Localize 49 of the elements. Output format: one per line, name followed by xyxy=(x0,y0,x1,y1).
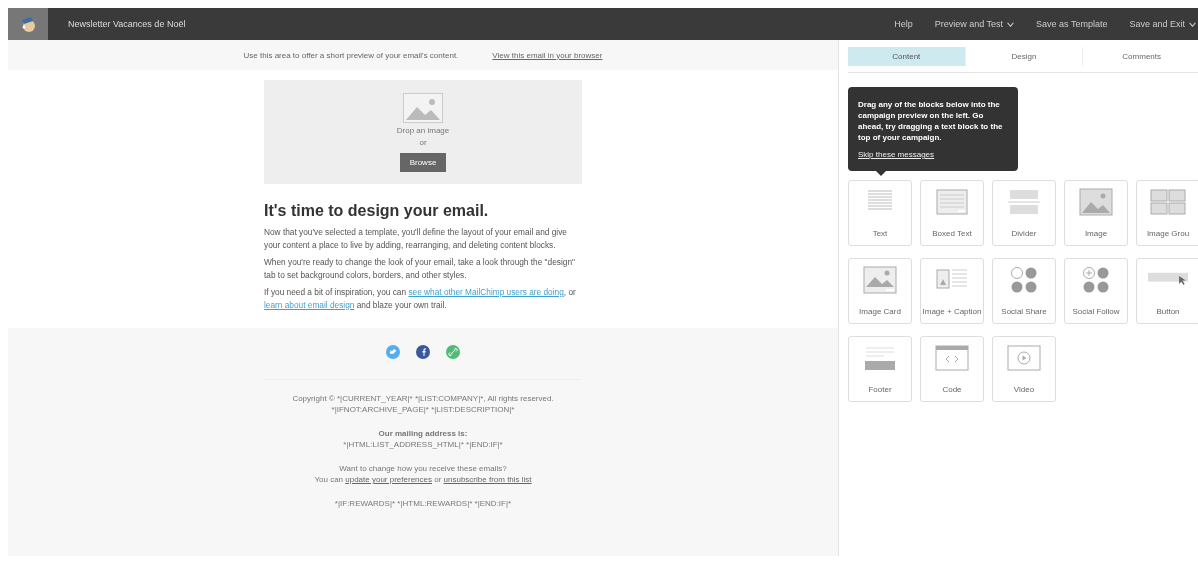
panel-tab[interactable]: Content xyxy=(848,47,965,66)
content-block[interactable]: Boxed Text xyxy=(920,180,984,246)
content-block[interactable]: Image + Caption xyxy=(920,258,984,324)
browse-button[interactable]: Browse xyxy=(399,152,447,172)
content-block[interactable]: Social Follow xyxy=(1064,258,1128,324)
video-player-icon xyxy=(1004,343,1044,373)
image-icon xyxy=(403,92,443,123)
footer-text: You can update your preferences or unsubscribe from this list xyxy=(314,474,532,485)
link-icon[interactable] xyxy=(446,345,460,359)
nav-link[interactable]: Save and Exit xyxy=(1129,19,1196,29)
content-block[interactable]: Video xyxy=(992,336,1056,402)
twitter-icon[interactable] xyxy=(386,345,400,359)
content-block[interactable]: Social Share xyxy=(992,258,1056,324)
content-block[interactable]: Button xyxy=(1136,258,1198,324)
footer-text: Want to change how you receive these emails? xyxy=(338,463,508,474)
nav-link[interactable]: Help xyxy=(894,19,913,29)
content-block[interactable]: Image xyxy=(1064,180,1128,246)
footer-text: *|IF:REWARDS|* *|HTML:REWARDS|* *|END:IF|* xyxy=(334,498,512,509)
image-drop-zone[interactable]: Drop an image or Browse xyxy=(264,80,582,184)
preheader-text: Use this area to offer a short preview of your email's content. xyxy=(243,50,459,60)
content-block[interactable]: Divider xyxy=(992,180,1056,246)
drop-image-label: Drop an image xyxy=(396,125,450,135)
footer-text: *|HTML:LIST_ADDRESS_HTML|* *|END:IF|* xyxy=(343,439,503,450)
body-paragraph: Now that you've selected a template, you'll define the layout of your email and give your content a place to live by adding, rearranging, and deleting content blocks. xyxy=(264,226,568,251)
footer-text: Our mailing address is: xyxy=(377,428,469,439)
facebook-icon[interactable] xyxy=(416,345,430,359)
email-heading: It's time to design your email. xyxy=(264,202,490,220)
body-paragraph: If you need a bit of inspiration, you can see what other MailChimp users are doing, or learn about email design and blaze your own trail. xyxy=(264,286,577,311)
body-paragraph: When you're ready to change the look of your email, take a look through the "design" tab to set background colors, borders, and other styles. xyxy=(264,256,576,281)
content-block[interactable]: Code xyxy=(920,336,984,402)
footer-text: Copyright © *|CURRENT_YEAR|* *|LIST:COMPANY|*, All rights reserved. xyxy=(292,393,554,404)
footer-link[interactable]: update your preferences xyxy=(345,475,432,484)
code-window-icon xyxy=(932,343,972,373)
or-label: or xyxy=(419,137,427,147)
browser-view-link[interactable]: View this email in your browser xyxy=(492,50,603,60)
content-block[interactable]: Image Card xyxy=(848,258,912,324)
campaign-title: Newsletter Vacances de Noël xyxy=(68,19,187,29)
content-block[interactable]: Footer xyxy=(848,336,912,402)
skip-messages-link[interactable]: Skip these messages xyxy=(858,150,935,159)
content-block[interactable]: Image Grou xyxy=(1136,180,1198,246)
nav-link[interactable]: Save as Template xyxy=(1036,19,1108,29)
image-card-icon xyxy=(860,265,900,295)
nav-link[interactable]: Preview and Test xyxy=(934,19,1015,29)
footer-text: *|IFNOT:ARCHIVE_PAGE|* *|LIST:DESCRIPTION|* xyxy=(330,404,516,415)
content-block[interactable]: Text xyxy=(848,180,912,246)
image-grid-icon xyxy=(1148,187,1188,217)
image-icon xyxy=(1076,187,1116,217)
footer-link[interactable]: unsubscribe from this list xyxy=(443,475,532,484)
tooltip-text: Drag any of the blocks below into the campaign preview on the left. Go ahead, try dragging a text block to the top of your campaign. xyxy=(858,99,1004,143)
